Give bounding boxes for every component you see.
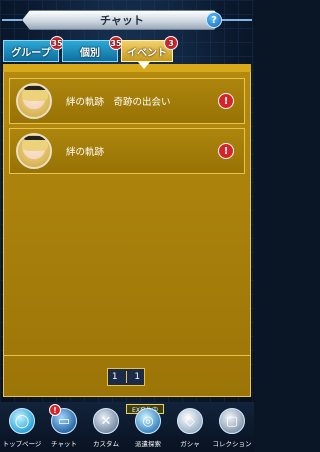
tab-label: イベント [127, 47, 167, 59]
chat-row[interactable]: 絆の軌跡 ! [9, 128, 245, 174]
chat-row[interactable]: 絆の軌跡 奇跡の出会い ! [9, 78, 245, 124]
nav-chat[interactable]: ▭ ! チャット [43, 404, 85, 450]
avatar [16, 83, 52, 119]
current-page: 1 [111, 372, 118, 382]
bag-icon: ▢ [219, 408, 245, 434]
alert-icon: ! [218, 93, 234, 109]
tab-label: グループ [11, 47, 51, 59]
nav-top-page[interactable]: ◯ トップページ [1, 404, 43, 450]
page-title: チャット [100, 14, 144, 27]
help-button[interactable]: ? [206, 12, 222, 28]
panel-top-bar [3, 64, 251, 72]
alert-icon: ! [218, 143, 234, 159]
egg-icon: ◯ [9, 408, 35, 434]
tab-group[interactable]: グループ 35 [3, 36, 64, 62]
nav-collection[interactable]: ▢ コレクション [211, 404, 253, 450]
nav-gacha[interactable]: ◇ ガシャ [169, 404, 211, 450]
nav-dispatch[interactable]: ◎ 派遣探索 [127, 404, 169, 450]
nav-custom[interactable]: ✕ カスタム [85, 404, 127, 450]
tab-event[interactable]: イベント 3 [121, 36, 178, 62]
pager-separator [125, 371, 127, 383]
radar-icon: ◎ [135, 408, 161, 434]
header-line-right [222, 19, 252, 21]
chat-row-title: 絆の軌跡 [66, 147, 105, 158]
nav-label: コレクション [212, 440, 252, 448]
chat-row-title: 絆の軌跡 奇跡の出会い [66, 97, 171, 108]
tab-individual[interactable]: 個別 35 [62, 36, 123, 62]
avatar [16, 133, 52, 169]
header-line-left [2, 19, 24, 21]
nav-badge: ! [49, 404, 61, 416]
gem-icon: ◇ [177, 408, 203, 434]
tab-label: 個別 [80, 47, 100, 59]
panel-divider [3, 355, 251, 356]
tools-icon: ✕ [93, 408, 119, 434]
count-badge: 3 [164, 36, 178, 50]
page-header: チャット [22, 10, 222, 30]
active-tab-indicator-icon [138, 62, 150, 69]
total-pages: 1 [134, 372, 141, 382]
pagination[interactable]: 1 1 [107, 368, 145, 386]
